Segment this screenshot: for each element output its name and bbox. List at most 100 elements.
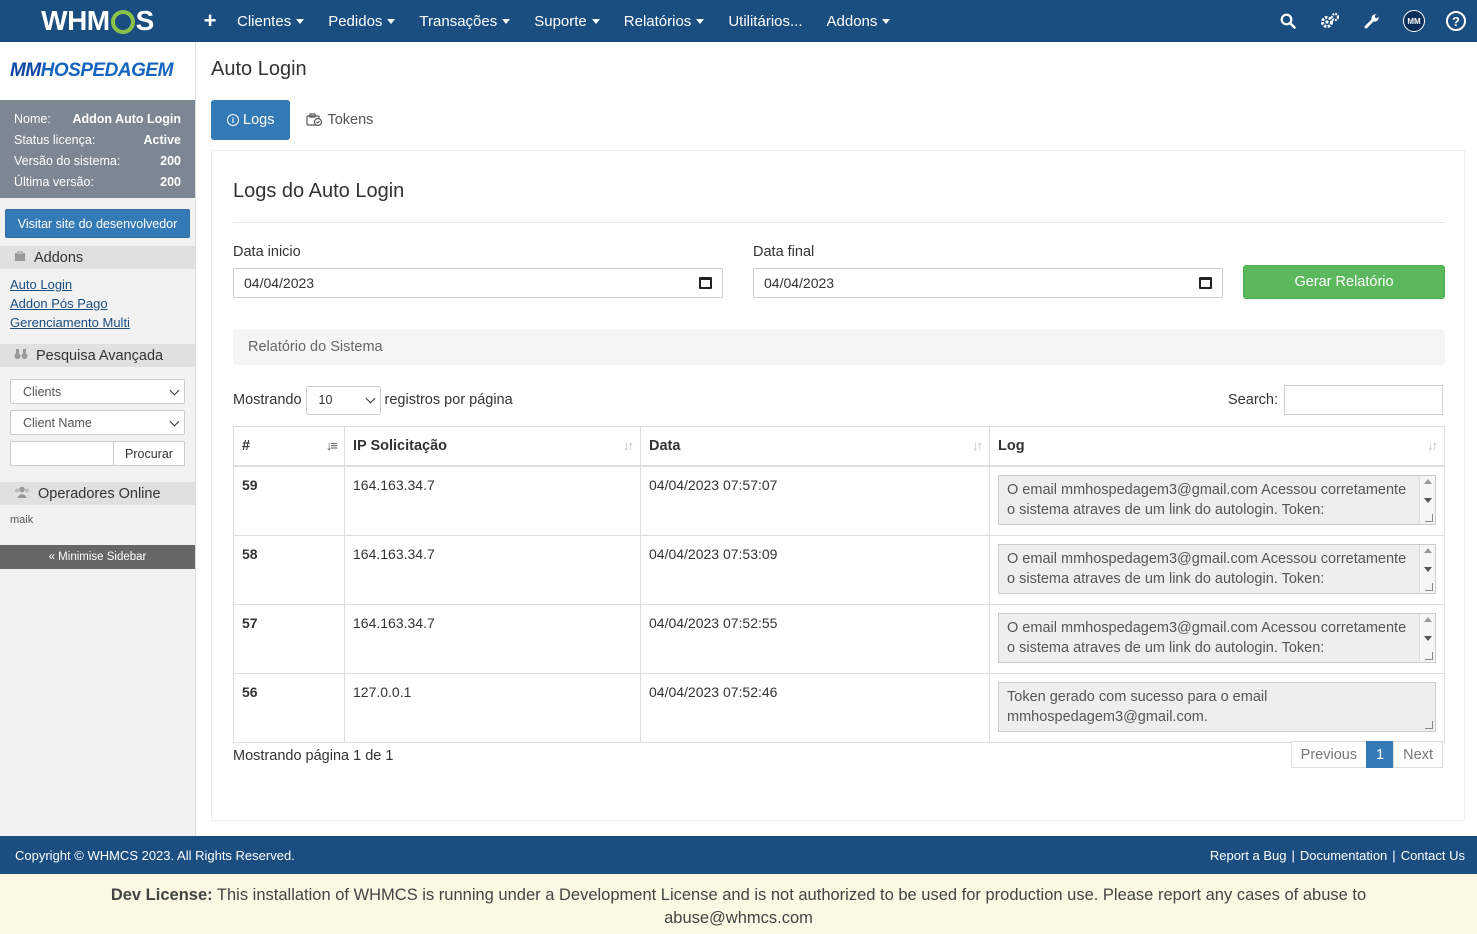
user-avatar-icon[interactable]: MM	[1393, 0, 1435, 42]
cell-date: 04/04/2023 07:57:07	[640, 465, 990, 536]
search-type-select[interactable]: Clients	[10, 379, 185, 404]
addons-header: Addons	[0, 246, 195, 269]
page-length-control: Mostrando 10 registros por página	[233, 385, 513, 415]
col-id-header[interactable]: # ↓≡	[233, 426, 345, 467]
mmhospedagem-logo: MM HOSPEDAGEM	[0, 42, 195, 100]
pagination: Previous 1 Next	[1290, 741, 1443, 768]
chevron-down-icon	[169, 416, 180, 426]
scroll-up-icon[interactable]	[1424, 616, 1432, 622]
avatar: MM	[1403, 10, 1425, 32]
scroll-down-icon[interactable]	[1424, 497, 1432, 503]
next-page-button[interactable]: Next	[1393, 741, 1443, 768]
search-field-value: Client Name	[23, 415, 92, 430]
nav-menu-4[interactable]: Relatórios	[612, 0, 717, 42]
addon-link[interactable]: Addon Pós Pago	[10, 294, 185, 313]
license-value: 200	[160, 174, 181, 189]
addons-title: Addons	[34, 249, 84, 266]
scroll-up-icon[interactable]	[1424, 547, 1432, 553]
date-end-input[interactable]: 04/04/2023	[753, 268, 1223, 298]
scroll-down-icon[interactable]	[1424, 635, 1432, 641]
tab-logs[interactable]: i Logs	[211, 100, 291, 140]
log-textarea[interactable]: O email mmhospedagem3@gmail.com Acessou …	[998, 474, 1436, 525]
log-text: O email mmhospedagem3@gmail.com Acessou …	[1007, 619, 1407, 656]
log-textarea[interactable]: O email mmhospedagem3@gmail.com Acessou …	[998, 612, 1436, 663]
table-search-input[interactable]	[1284, 385, 1443, 415]
dev-license-notice: Dev License: This installation of WHMCS …	[0, 874, 1477, 934]
sort-icon: ↓↑	[1427, 438, 1438, 453]
online-staff-header: Operadores Online	[0, 482, 195, 505]
tab-tokens[interactable]: Tokens	[290, 100, 389, 140]
nav-menu-3[interactable]: Suporte	[522, 0, 612, 42]
nav-menu-5[interactable]: Utilitários...	[716, 0, 814, 42]
chevron-down-icon	[365, 393, 375, 404]
footer-separator: |	[1392, 847, 1396, 863]
nav-menu-0[interactable]: Clientes	[225, 0, 316, 42]
whmcs-logo[interactable]: WHM S	[0, 0, 195, 42]
log-textarea[interactable]: Token gerado com sucesso para o email mm…	[998, 681, 1436, 732]
nav-menu-6[interactable]: Addons	[815, 0, 903, 42]
previous-page-button[interactable]: Previous	[1290, 741, 1368, 768]
question-mark: ?	[1446, 11, 1466, 31]
license-value: Addon Auto Login	[72, 111, 181, 126]
cell-date: 04/04/2023 07:52:46	[640, 672, 990, 743]
token-badge-icon	[306, 113, 323, 127]
page-length-select[interactable]: 10	[305, 385, 381, 415]
logo-text: WHM	[41, 5, 110, 36]
date-start-input[interactable]: 04/04/2023	[233, 268, 723, 298]
search-icon[interactable]	[1267, 0, 1309, 42]
main-content: Auto Login i Logs Tokens Logs do Auto Lo…	[196, 42, 1477, 836]
footer: Copyright © WHMCS 2023. All Rights Reser…	[0, 836, 1477, 874]
license-row: Status licença: Active	[14, 129, 181, 150]
cell-log: O email mmhospedagem3@gmail.com Acessou …	[989, 465, 1445, 536]
cell-ip: 164.163.34.7	[344, 465, 641, 536]
cell-date: 04/04/2023 07:53:09	[640, 534, 990, 605]
gears-icon[interactable]	[1309, 0, 1351, 42]
sidebar-search-input[interactable]	[10, 441, 114, 466]
resize-grip-icon[interactable]	[1425, 513, 1433, 522]
help-icon[interactable]: ?	[1435, 0, 1477, 42]
calendar-icon[interactable]	[699, 277, 712, 289]
minimise-sidebar-button[interactable]: « Minimise Sidebar	[0, 545, 195, 569]
col-date-header[interactable]: Data ↓↑	[640, 426, 990, 467]
nav-menu-1[interactable]: Pedidos	[316, 0, 407, 42]
quick-add-plus-icon[interactable]: +	[195, 8, 225, 34]
tab-tokens-label: Tokens	[327, 112, 374, 128]
footer-link[interactable]: Report a Bug	[1210, 848, 1287, 863]
nav-menu-label: Addons	[826, 12, 878, 30]
date-end-value: 04/04/2023	[764, 275, 835, 291]
scroll-up-icon[interactable]	[1424, 478, 1432, 484]
chevron-down-icon	[169, 385, 180, 395]
advanced-search-title: Pesquisa Avançada	[36, 347, 164, 364]
license-label: Status licença:	[14, 132, 96, 147]
col-id-label: #	[242, 437, 251, 454]
addon-link[interactable]: Auto Login	[10, 275, 185, 294]
calendar-icon[interactable]	[1199, 277, 1212, 289]
col-log-header[interactable]: Log ↓↑	[989, 426, 1445, 467]
resize-grip-icon[interactable]	[1425, 651, 1433, 660]
logo-text-s: S	[135, 5, 155, 36]
search-field-select[interactable]: Client Name	[10, 410, 185, 435]
log-textarea[interactable]: O email mmhospedagem3@gmail.com Acessou …	[998, 543, 1436, 594]
generate-report-button[interactable]: Gerar Relatório	[1243, 265, 1445, 299]
search-submit-button[interactable]: Procurar	[114, 441, 185, 466]
table-search: Search:	[1228, 385, 1443, 415]
cell-date: 04/04/2023 07:52:55	[640, 603, 990, 674]
sidebar: MM HOSPEDAGEM Nome: Addon Auto Login Status…	[0, 42, 196, 836]
online-user: maik	[10, 514, 34, 526]
footer-link[interactable]: Contact Us	[1401, 848, 1465, 863]
wrench-icon[interactable]	[1351, 0, 1393, 42]
resize-grip-icon[interactable]	[1425, 582, 1433, 591]
length-suffix: registros por página	[384, 392, 513, 408]
footer-separator: |	[1291, 847, 1295, 863]
footer-link[interactable]: Documentation	[1300, 848, 1387, 863]
addon-link[interactable]: Gerenciamento Multi	[10, 313, 185, 332]
visit-developer-button[interactable]: Visitar site do desenvolvedor	[5, 209, 190, 238]
nav-menu-2[interactable]: Transações	[407, 0, 522, 42]
cell-ip: 164.163.34.7	[344, 534, 641, 605]
scroll-down-icon[interactable]	[1424, 566, 1432, 572]
log-text: O email mmhospedagem3@gmail.com Acessou …	[1007, 550, 1407, 587]
resize-grip-icon[interactable]	[1425, 720, 1433, 729]
length-prefix: Mostrando	[233, 392, 302, 408]
col-ip-header[interactable]: IP Solicitação ↓↑	[344, 426, 641, 467]
page-1-button[interactable]: 1	[1366, 741, 1395, 768]
